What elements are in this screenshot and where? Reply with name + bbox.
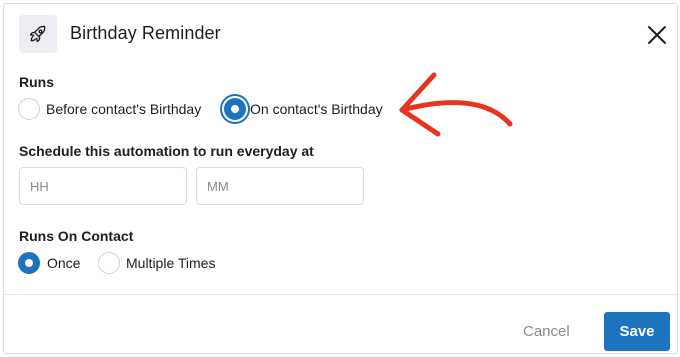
runs-label: Runs bbox=[19, 74, 54, 90]
annotation-arrow-icon bbox=[399, 72, 513, 137]
hour-input[interactable] bbox=[19, 167, 187, 205]
modal-title: Birthday Reminder bbox=[70, 23, 221, 43]
radio-button-selected[interactable] bbox=[224, 98, 246, 120]
radio-on-birthday[interactable]: On contact's Birthday bbox=[224, 98, 383, 120]
radio-label: Multiple Times bbox=[126, 255, 216, 271]
footer-divider bbox=[4, 294, 677, 295]
radio-label: Before contact's Birthday bbox=[46, 101, 202, 117]
rocket-icon bbox=[19, 15, 57, 53]
radio-label: On contact's Birthday bbox=[250, 101, 383, 117]
schedule-label: Schedule this automation to run everyday… bbox=[19, 143, 314, 159]
close-icon[interactable] bbox=[646, 24, 668, 46]
save-button[interactable]: Save bbox=[604, 312, 670, 351]
runs-on-contact-label: Runs On Contact bbox=[19, 228, 134, 244]
radio-button[interactable] bbox=[18, 98, 40, 120]
cancel-button[interactable]: Cancel bbox=[513, 317, 580, 347]
minute-input[interactable] bbox=[196, 167, 364, 205]
radio-multiple-times[interactable]: Multiple Times bbox=[98, 252, 215, 274]
radio-button-selected[interactable] bbox=[18, 252, 40, 274]
radio-once[interactable]: Once bbox=[18, 252, 80, 274]
radio-label: Once bbox=[47, 255, 81, 271]
modal-header: Birthday Reminder bbox=[4, 4, 677, 64]
radio-before-birthday[interactable]: Before contact's Birthday bbox=[18, 98, 201, 120]
radio-button[interactable] bbox=[98, 252, 120, 274]
birthday-reminder-modal: Birthday Reminder Runs Before contact's … bbox=[3, 3, 678, 354]
